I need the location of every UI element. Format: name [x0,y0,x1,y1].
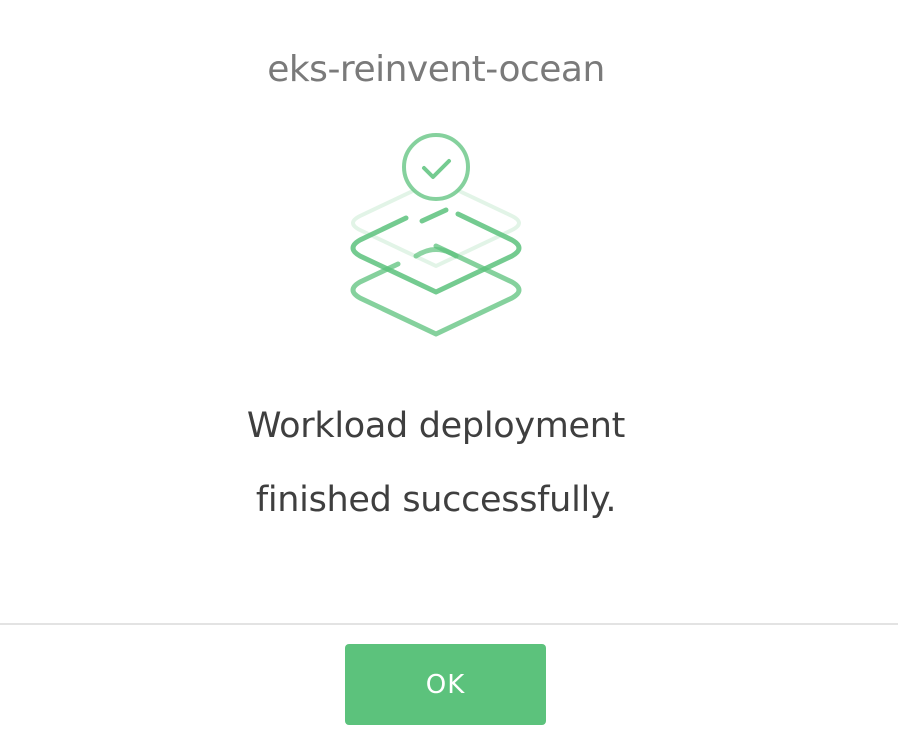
success-message-line-1: Workload deployment [246,406,626,446]
deployment-success-dialog: eks-reinvent-ocean Workload deployment f… [0,0,898,736]
footer-divider [0,623,898,625]
dialog-title: eks-reinvent-ocean [267,49,605,90]
success-message-line-2: finished successfully. [255,480,617,520]
ok-button[interactable]: OK [345,644,546,725]
layered-stack-success-icon [336,128,536,348]
